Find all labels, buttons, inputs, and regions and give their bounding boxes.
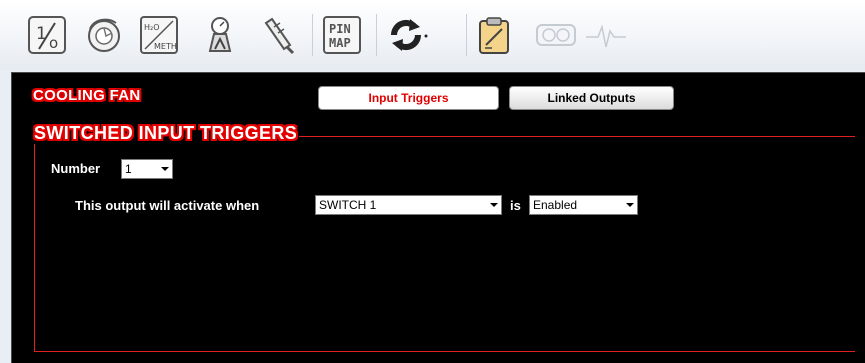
h2o-meth-icon: H₂O METH <box>139 15 179 55</box>
svg-text:MAP: MAP <box>329 36 351 50</box>
panel-title: COOLING FAN <box>33 87 141 104</box>
toolbar-separator <box>376 14 377 56</box>
toolbar: 1 o H₂O METH PIN MAP <box>0 0 865 70</box>
switch-select[interactable]: SWITCH 1 <box>315 195 502 215</box>
cooling-fan-panel: COOLING FAN Input Triggers Linked Output… <box>11 72 865 363</box>
is-label: is <box>510 198 521 213</box>
pulse-button[interactable] <box>584 13 628 57</box>
chevron-down-icon <box>158 160 172 178</box>
boost-gauge-icon <box>200 15 240 55</box>
svg-text:PIN: PIN <box>329 22 351 36</box>
clipboard-icon <box>474 15 514 55</box>
number-label: Number <box>51 161 101 176</box>
turbo-icon <box>84 15 124 55</box>
h2o-meth-button[interactable]: H₂O METH <box>137 13 181 57</box>
svg-text:H₂O: H₂O <box>144 23 160 32</box>
switch-select-value: SWITCH 1 <box>319 198 377 212</box>
ratio-icon: 1 o <box>27 15 67 55</box>
ratio-button[interactable]: 1 o <box>25 13 69 57</box>
toolbar-separator <box>312 14 313 56</box>
chevron-down-icon <box>623 196 637 214</box>
boost-button[interactable] <box>198 13 242 57</box>
tab-linked-outputs[interactable]: Linked Outputs <box>509 86 674 110</box>
toolbar-separator <box>466 14 467 56</box>
tab-input-triggers[interactable]: Input Triggers <box>318 86 499 110</box>
injector-button[interactable] <box>258 13 302 57</box>
turbo-button[interactable] <box>82 13 126 57</box>
pin-map-icon: PIN MAP <box>322 15 362 55</box>
activate-label: This output will activate when <box>75 198 260 213</box>
chevron-down-icon <box>487 196 501 214</box>
svg-text:1: 1 <box>36 24 47 44</box>
gauge-button[interactable] <box>534 13 578 57</box>
pin-map-button[interactable]: PIN MAP <box>320 13 364 57</box>
state-select-value: Enabled <box>533 198 578 212</box>
refresh-button[interactable] <box>386 13 430 57</box>
gauge-icon <box>534 15 578 55</box>
svg-text:o: o <box>49 34 58 52</box>
pulse-icon <box>584 15 628 55</box>
group-title: SWITCHED INPUT TRIGGERS <box>32 123 300 144</box>
clipboard-button[interactable] <box>472 13 516 57</box>
svg-text:METH: METH <box>154 42 177 51</box>
number-select-value: 1 <box>125 162 132 176</box>
injector-icon <box>260 15 300 55</box>
number-select[interactable]: 1 <box>121 159 173 179</box>
switched-input-triggers-group: SWITCHED INPUT TRIGGERS Number 1 This ou… <box>32 123 855 352</box>
state-select[interactable]: Enabled <box>529 195 638 215</box>
refresh-icon <box>386 15 430 55</box>
